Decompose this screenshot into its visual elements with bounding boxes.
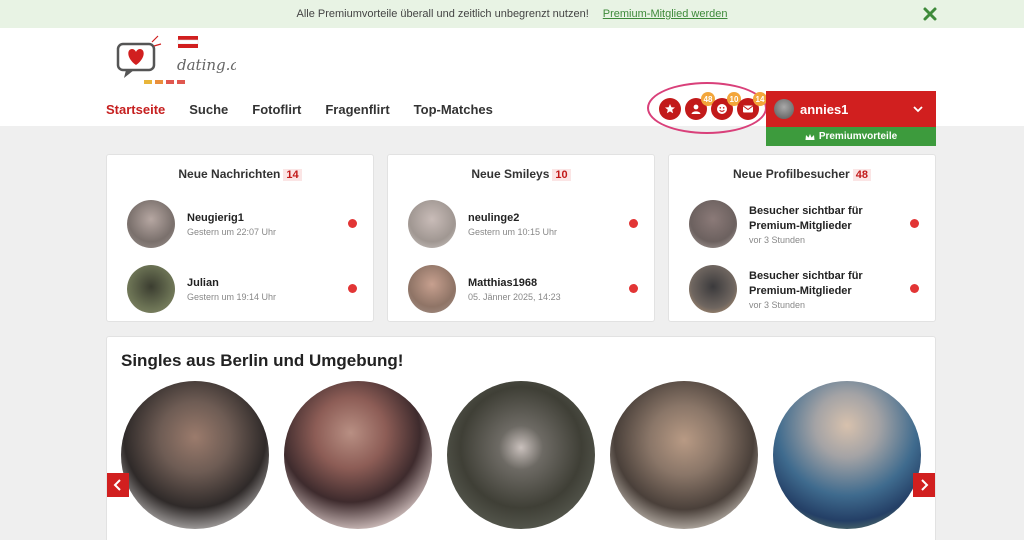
list-item[interactable]: Besucher sichtbar für Premium-Mitglieder…	[689, 264, 919, 314]
carousel-next-button[interactable]	[913, 473, 935, 497]
nav-fotoflirt[interactable]: Fotoflirt	[252, 102, 301, 117]
card-title-text: Neue Profilbesucher	[733, 167, 850, 181]
item-name: neulinge2	[468, 212, 520, 224]
unread-dot	[629, 284, 638, 293]
card-title-text: Neue Nachrichten	[178, 167, 281, 181]
avatar	[774, 99, 794, 119]
count-badge: 14	[283, 169, 302, 181]
unread-dot	[910, 219, 919, 228]
single-photo[interactable]	[610, 381, 758, 529]
chevron-down-icon	[913, 106, 923, 113]
card-new-smileys: Neue Smileys 10 neulinge2 Gestern um 10:1…	[387, 154, 655, 322]
messages-button[interactable]: 14	[737, 92, 767, 120]
item-time: vor 3 Stunden	[749, 299, 806, 310]
nav-startseite[interactable]: Startseite	[106, 102, 165, 117]
avatar	[127, 265, 175, 313]
promo-text: Alle Premiumvorteile überall und zeitlic…	[296, 8, 589, 20]
logo[interactable]: dating.at	[116, 34, 236, 84]
list-item[interactable]: Matthias1968 05. Jänner 2025, 14:23	[408, 264, 638, 314]
unread-dot	[910, 284, 919, 293]
single-photo[interactable]	[284, 381, 432, 529]
messages-badge: 14	[753, 92, 767, 106]
avatar	[127, 200, 175, 248]
card-title: Neue Smileys 10	[388, 167, 654, 181]
user-icon	[691, 104, 701, 114]
item-name: Besucher sichtbar für Premium-Mitglieder	[749, 204, 863, 232]
list-item[interactable]: Besucher sichtbar für Premium-Mitglieder…	[689, 199, 919, 249]
item-time: Gestern um 19:14 Uhr	[187, 292, 277, 302]
item-name: Besucher sichtbar für Premium-Mitglieder	[749, 269, 863, 297]
card-title: Neue Nachrichten 14	[107, 167, 373, 181]
card-title-text: Neue Smileys	[471, 167, 550, 181]
logo-text: dating.at	[177, 56, 236, 74]
section-title: Singles aus Berlin und Umgebung!	[121, 351, 404, 370]
list-item[interactable]: neulinge2 Gestern um 10:15 Uhr	[408, 199, 638, 249]
smileys-button[interactable]: 10	[711, 92, 741, 120]
username: annies1	[800, 101, 849, 117]
single-photo[interactable]	[447, 381, 595, 529]
count-badge: 48	[852, 169, 871, 181]
favorites-button[interactable]	[659, 98, 681, 120]
item-time: vor 3 Stunden	[749, 234, 806, 245]
visitors-button[interactable]: 48	[685, 92, 715, 120]
premium-member-link[interactable]: Premium-Mitglied werden	[603, 8, 728, 20]
crown-icon	[805, 133, 815, 140]
envelope-icon	[742, 105, 754, 113]
card-new-visitors: Neue Profilbesucher 48 Besucher sichtbar …	[668, 154, 936, 322]
item-name: Neugierig1	[187, 212, 244, 224]
chevron-left-icon	[113, 479, 121, 491]
main-nav: Startseite Suche Fotoflirt Fragenflirt T…	[106, 102, 493, 117]
nav-fragenflirt[interactable]: Fragenflirt	[325, 102, 389, 117]
nav-top-matches[interactable]: Top-Matches	[414, 102, 493, 117]
unread-dot	[629, 219, 638, 228]
unread-dot	[348, 219, 357, 228]
header: dating.at Startseite Suche Fotoflirt Fra…	[0, 28, 1024, 146]
item-time: 05. Jänner 2025, 14:23	[468, 292, 561, 302]
list-item[interactable]: Julian Gestern um 19:14 Uhr	[127, 264, 357, 314]
list-item[interactable]: Neugierig1 Gestern um 22:07 Uhr	[127, 199, 357, 249]
item-name: Julian	[187, 277, 219, 289]
user-menu[interactable]: annies1	[766, 91, 936, 127]
star-icon	[665, 104, 675, 114]
avatar	[689, 200, 737, 248]
unread-dot	[348, 284, 357, 293]
premium-label: Premiumvorteile	[818, 131, 898, 142]
card-new-messages: Neue Nachrichten 14 Neugierig1 Gestern um…	[106, 154, 374, 322]
avatar	[408, 265, 456, 313]
avatar	[689, 265, 737, 313]
promo-bar: Alle Premiumvorteile überall und zeitlic…	[0, 0, 1024, 28]
nav-suche[interactable]: Suche	[189, 102, 228, 117]
item-time: Gestern um 10:15 Uhr	[468, 227, 558, 237]
single-photo[interactable]	[773, 381, 921, 529]
card-title: Neue Profilbesucher 48	[669, 167, 935, 181]
count-badge: 10	[552, 169, 571, 181]
item-name: Matthias1968	[468, 277, 538, 289]
smiley-icon	[717, 104, 727, 114]
premium-benefits-button[interactable]: Premiumvorteile	[766, 127, 936, 146]
chevron-right-icon	[921, 479, 929, 491]
item-time: Gestern um 22:07 Uhr	[187, 227, 277, 237]
single-photo[interactable]	[121, 381, 269, 529]
avatar	[408, 200, 456, 248]
carousel-prev-button[interactable]	[107, 473, 129, 497]
singles-section: Singles aus Berlin und Umgebung!	[106, 336, 936, 540]
close-icon[interactable]	[922, 6, 938, 22]
